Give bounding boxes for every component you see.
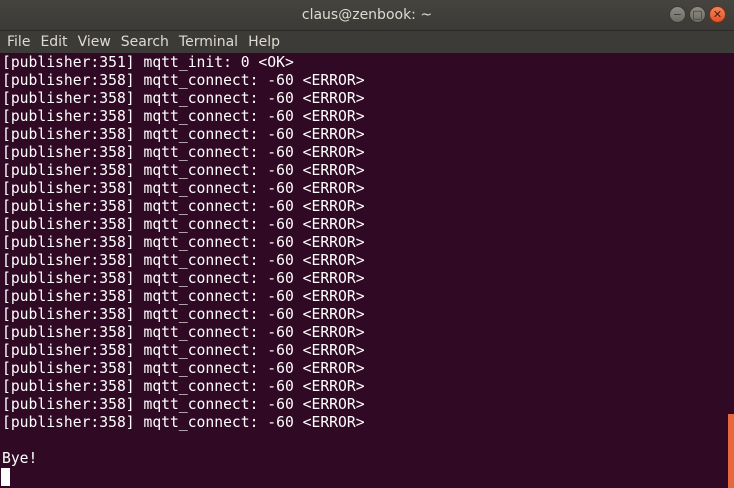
terminal-line: [publisher:358] mqtt_connect: -60 <ERROR… (2, 234, 365, 251)
menu-bar: File Edit View Search Terminal Help (0, 31, 734, 53)
scrollbar-thumb[interactable] (728, 414, 734, 488)
menu-file[interactable]: File (3, 32, 34, 52)
menu-edit[interactable]: Edit (36, 32, 71, 52)
terminal-line: [publisher:358] mqtt_connect: -60 <ERROR… (2, 90, 365, 107)
terminal-line: [publisher:358] mqtt_connect: -60 <ERROR… (2, 180, 365, 197)
maximize-icon: □ (692, 8, 703, 21)
terminal-line: [publisher:358] mqtt_connect: -60 <ERROR… (2, 216, 365, 233)
terminal-line: [publisher:358] mqtt_connect: -60 <ERROR… (2, 72, 365, 89)
window-controls: − □ ✕ (669, 6, 726, 24)
terminal-line: [publisher:358] mqtt_connect: -60 <ERROR… (2, 144, 365, 161)
menu-search[interactable]: Search (117, 32, 173, 52)
menu-help[interactable]: Help (244, 32, 284, 52)
terminal-line: [publisher:358] mqtt_connect: -60 <ERROR… (2, 288, 365, 305)
terminal-line: [publisher:358] mqtt_connect: -60 <ERROR… (2, 252, 365, 269)
minimize-button[interactable]: − (669, 6, 686, 23)
close-icon: ✕ (712, 8, 723, 21)
menu-terminal[interactable]: Terminal (175, 32, 242, 52)
terminal-line: [publisher:358] mqtt_connect: -60 <ERROR… (2, 324, 365, 341)
scrollbar[interactable] (728, 53, 734, 488)
window-title: claus@zenbook: ~ (301, 7, 433, 23)
terminal-line: [publisher:358] mqtt_connect: -60 <ERROR… (2, 162, 365, 179)
title-bar[interactable]: claus@zenbook: ~ − □ ✕ (0, 0, 734, 31)
terminal-window: claus@zenbook: ~ − □ ✕ File Edit View Se… (0, 0, 734, 488)
terminal-line: [publisher:358] mqtt_connect: -60 <ERROR… (2, 270, 365, 287)
terminal-line: [publisher:358] mqtt_connect: -60 <ERROR… (2, 108, 365, 125)
terminal-line: [publisher:358] mqtt_connect: -60 <ERROR… (2, 414, 365, 431)
terminal-line: [publisher:358] mqtt_connect: -60 <ERROR… (2, 342, 365, 359)
terminal-output[interactable]: [publisher:351] mqtt_init: 0 <OK> [publis… (0, 53, 728, 488)
terminal-line: [publisher:358] mqtt_connect: -60 <ERROR… (2, 126, 365, 143)
terminal-line: [publisher:358] mqtt_connect: -60 <ERROR… (2, 198, 365, 215)
text-cursor (1, 468, 10, 486)
maximize-button[interactable]: □ (689, 6, 706, 23)
terminal-line: [publisher:358] mqtt_connect: -60 <ERROR… (2, 306, 365, 323)
terminal-line: [publisher:351] mqtt_init: 0 <OK> (2, 54, 294, 71)
terminal-line: [publisher:358] mqtt_connect: -60 <ERROR… (2, 378, 365, 395)
terminal-line: [publisher:358] mqtt_connect: -60 <ERROR… (2, 396, 365, 413)
close-button[interactable]: ✕ (709, 6, 726, 23)
terminal-line: [publisher:358] mqtt_connect: -60 <ERROR… (2, 360, 365, 377)
minimize-icon: − (672, 8, 683, 21)
terminal-line: Bye! (2, 450, 38, 467)
menu-view[interactable]: View (74, 32, 115, 52)
